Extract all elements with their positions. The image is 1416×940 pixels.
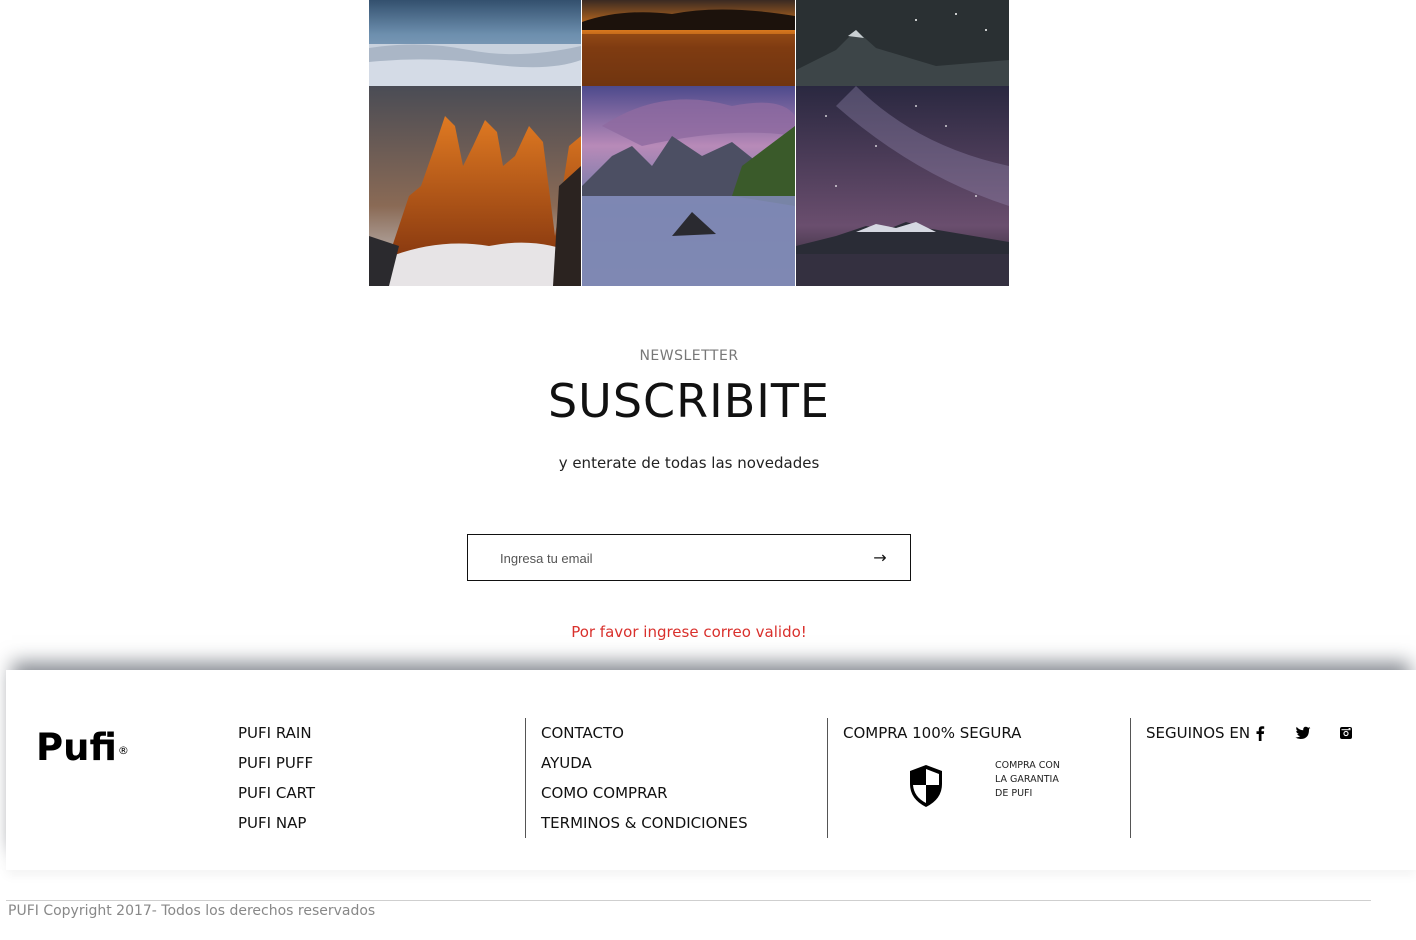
footer-products-column: PUFI RAIN PUFI PUFF PUFI CART PUFI NAP: [238, 718, 315, 838]
footer-social-column: SEGUINOS EN: [1130, 718, 1406, 838]
arrow-right-icon: →: [873, 548, 887, 567]
social-title: SEGUINOS EN: [1146, 724, 1251, 742]
gallery-photo-cuernos-lake[interactable]: [582, 86, 795, 286]
footer-link-pufi-puff[interactable]: PUFI PUFF: [238, 748, 315, 778]
newsletter-form: →: [467, 534, 911, 581]
footer-link-ayuda[interactable]: AYUDA: [541, 748, 748, 778]
email-input[interactable]: [500, 547, 840, 569]
guarantee-line: LA GARANTIA: [995, 774, 1059, 785]
newsletter-subtitle: y enterate de todas las novedades: [558, 454, 820, 472]
newsletter-kicker: NEWSLETTER: [639, 348, 739, 364]
gallery-photo-sunset-lake[interactable]: [582, 0, 795, 86]
gallery-photo-glacier[interactable]: [369, 0, 581, 86]
secure-purchase-title: COMPRA 100% SEGURA: [843, 724, 1022, 742]
shield-icon: [910, 765, 942, 807]
footer-link-pufi-rain[interactable]: PUFI RAIN: [238, 718, 315, 748]
facebook-icon[interactable]: [1252, 721, 1270, 741]
gallery-photo-torres-peaks[interactable]: [369, 86, 581, 286]
footer-help-column: CONTACTO AYUDA COMO COMPRAR TERMINOS & C…: [525, 718, 748, 838]
instagram-icon[interactable]: [1338, 721, 1356, 739]
footer-secure-column: COMPRA 100% SEGURA COMPRA CON LA GARANTI…: [827, 718, 1129, 838]
newsletter-title: SUSCRIBITE: [547, 374, 830, 428]
logo-text: Pufi: [36, 726, 117, 769]
guarantee-line: DE PUFI: [995, 788, 1033, 799]
subscribe-submit-button[interactable]: →: [868, 546, 892, 570]
guarantee-text: COMPRA CON LA GARANTIA DE PUFI: [995, 759, 1075, 801]
copyright-text: PUFI Copyright 2017- Todos los derechos …: [8, 903, 376, 919]
copyright-divider: [6, 900, 1371, 901]
guarantee-line: COMPRA CON: [995, 760, 1060, 771]
photo-gallery: [369, 0, 1009, 286]
twitter-icon[interactable]: [1295, 721, 1313, 739]
pufi-logo[interactable]: Pufi®: [36, 726, 129, 769]
site-footer: Pufi® PUFI RAIN PUFI PUFF PUFI CART PUFI…: [6, 670, 1416, 870]
email-error-message: Por favor ingrese correo valido!: [571, 623, 807, 641]
footer-link-terminos[interactable]: TERMINOS & CONDICIONES: [541, 808, 748, 838]
registered-mark: ®: [117, 744, 129, 757]
footer-link-pufi-nap[interactable]: PUFI NAP: [238, 808, 315, 838]
footer-link-pufi-cart[interactable]: PUFI CART: [238, 778, 315, 808]
gallery-photo-milky-way[interactable]: [796, 86, 1009, 286]
footer-link-como-comprar[interactable]: COMO COMPRAR: [541, 778, 748, 808]
gallery-photo-night-volcano[interactable]: [796, 0, 1009, 86]
footer-link-contacto[interactable]: CONTACTO: [541, 718, 748, 748]
